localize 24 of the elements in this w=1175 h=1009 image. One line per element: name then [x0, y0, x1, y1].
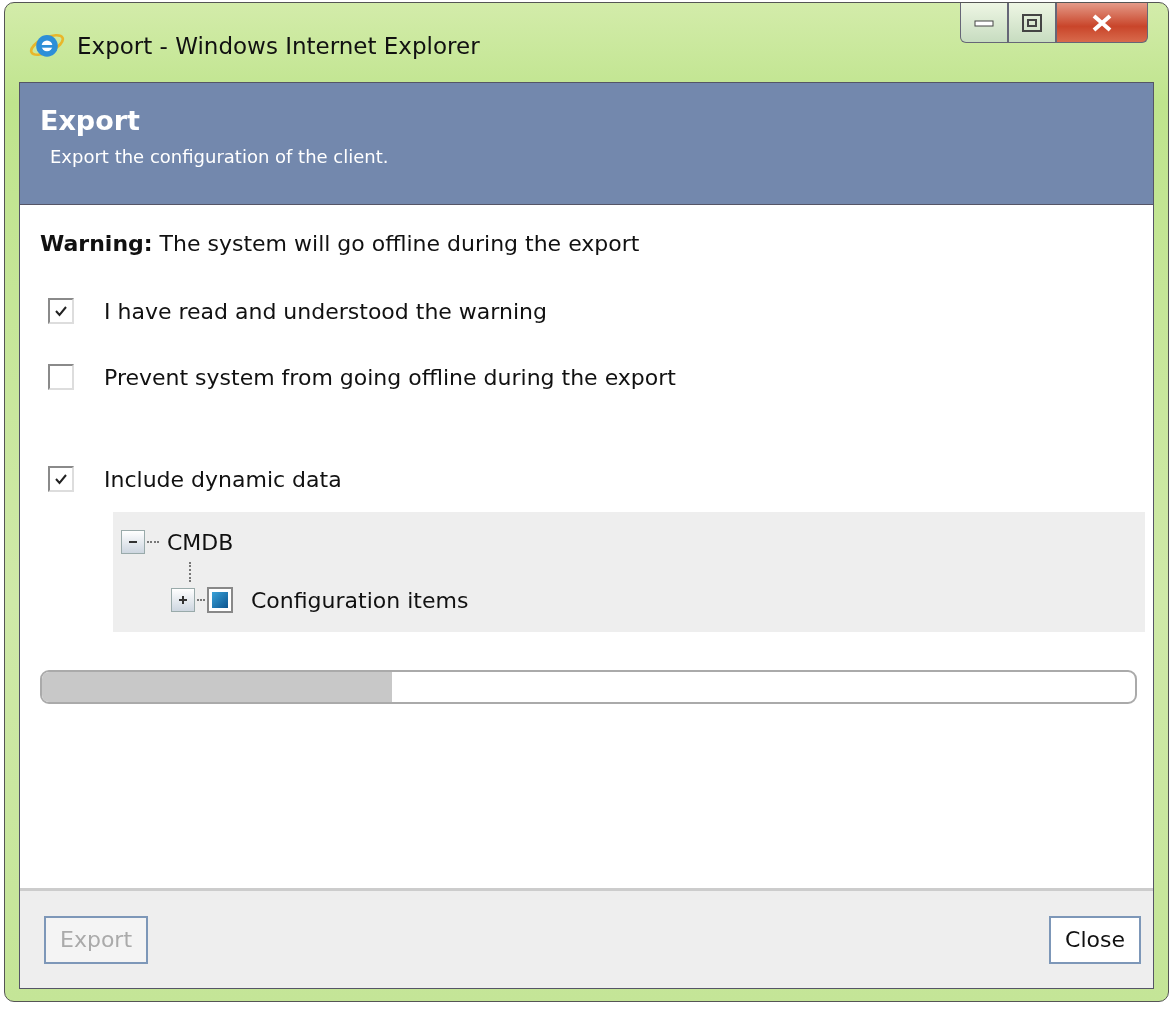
checkbox-label[interactable]: Prevent system from going offline during the export [104, 364, 676, 390]
checkbox[interactable] [48, 466, 74, 492]
checkbox[interactable] [48, 298, 74, 324]
close-icon [1091, 13, 1113, 32]
checkbox[interactable] [48, 364, 74, 390]
maximize-button[interactable] [1008, 3, 1056, 43]
minimize-button[interactable] [960, 3, 1008, 43]
checkbox-label[interactable]: Include dynamic data [104, 466, 342, 492]
tree-node-label[interactable]: CMDB [167, 529, 234, 555]
expand-icon[interactable] [171, 588, 195, 612]
tree-node-label[interactable]: Configuration items [251, 587, 469, 613]
warning-text: Warning: The system will go offline during the export [40, 231, 641, 256]
dialog-button[interactable]: Close [1049, 915, 1141, 964]
minimize-icon [974, 17, 994, 28]
dialog-title: Export [40, 105, 141, 136]
collapse-icon[interactable] [121, 530, 145, 554]
close-window-button[interactable] [1056, 3, 1148, 43]
dialog-subtitle: Export the configuration of the client. [49, 146, 390, 167]
window-title: Export - Windows Internet Explorer [77, 33, 480, 59]
check-mark-icon [54, 305, 68, 317]
check-mark-icon [54, 473, 68, 485]
restore-icon [1022, 13, 1042, 32]
checkbox-label[interactable]: I have read and understood the warning [104, 298, 547, 324]
square-node-icon[interactable] [207, 587, 233, 613]
